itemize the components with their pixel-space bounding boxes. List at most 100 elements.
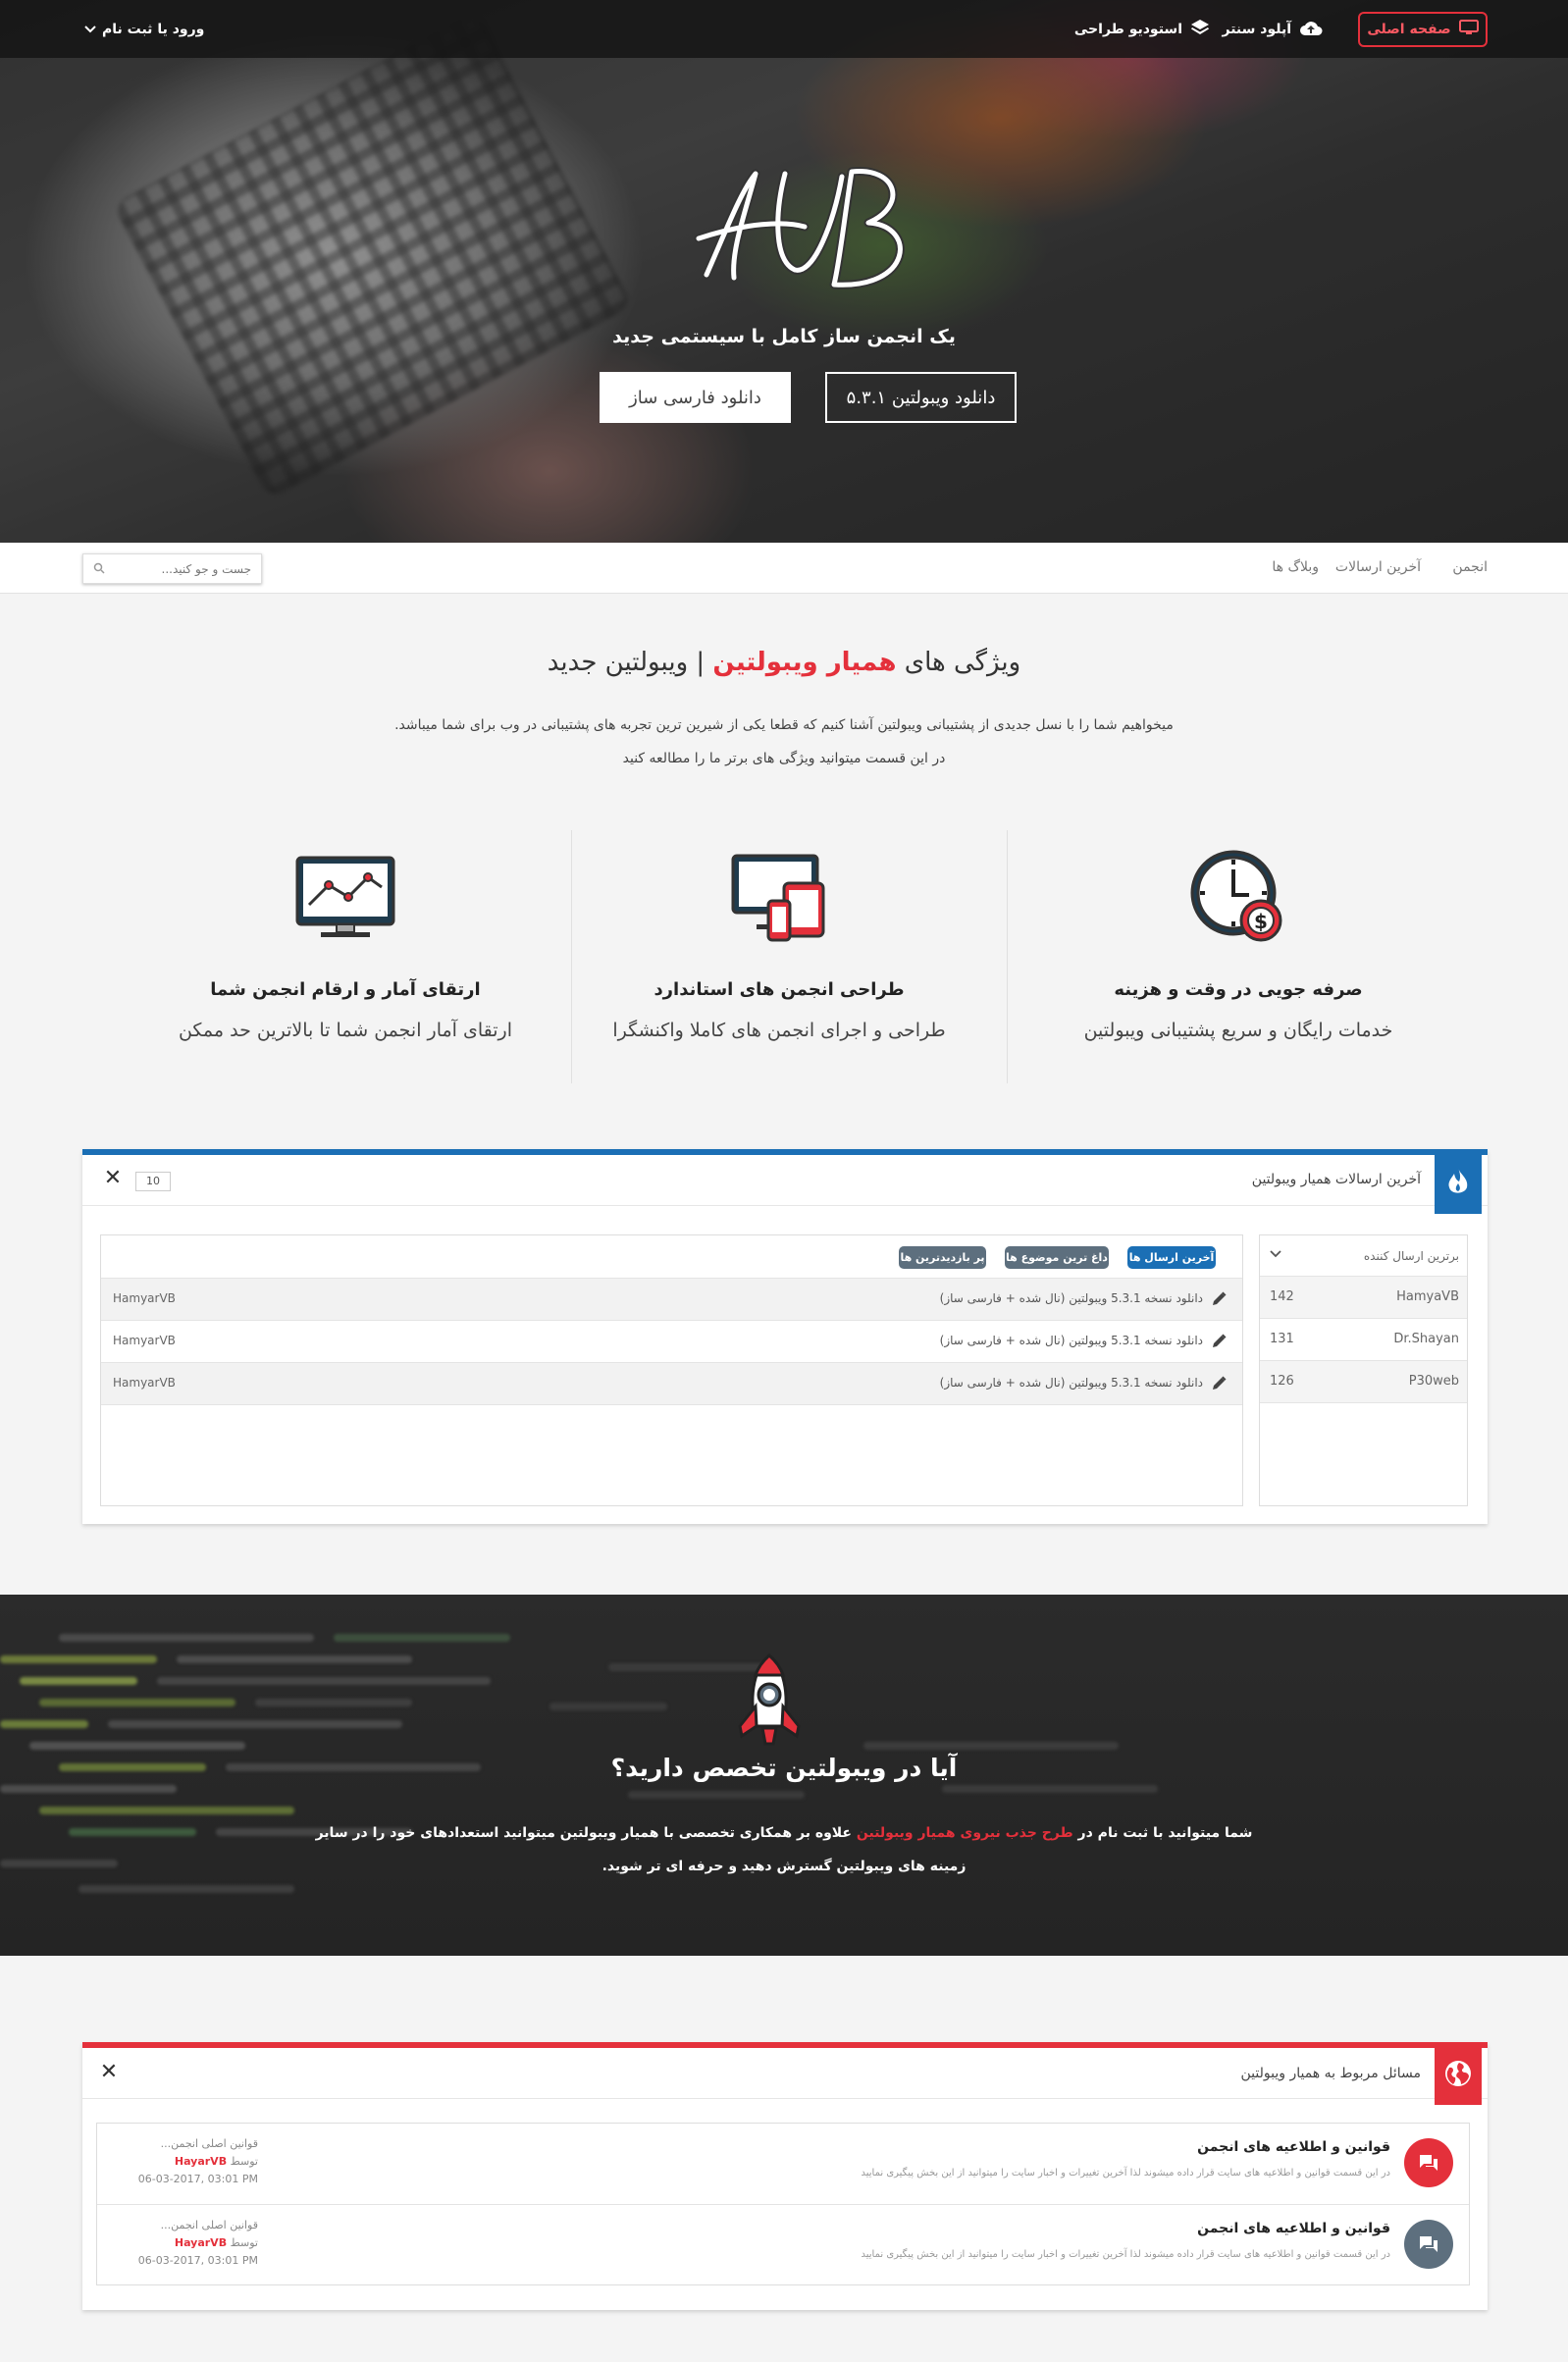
list-item[interactable]: HamyaVB 142	[1260, 1277, 1467, 1319]
download-vbulletin-button[interactable]: دانلود ویبولتین ۵.۳.۱	[825, 372, 1017, 423]
login-register-label: ورود یا ثبت نام	[102, 21, 205, 37]
nav-forum[interactable]: انجمن	[1452, 559, 1488, 575]
list-item[interactable]: Dr.Shayan 131	[1260, 1319, 1467, 1361]
upload-center-link[interactable]: آپلود سنتر	[1222, 0, 1323, 58]
chevron-down-icon	[84, 22, 96, 37]
post-title[interactable]: دانلود نسخه 5.3.1 ویبولتین (نال شده + فا…	[940, 1334, 1203, 1347]
list-item[interactable]: قوانین و اطلاعیه های انجمن در این قسمت ق…	[97, 2124, 1469, 2204]
forum-desc: در این قسمت قوانین و اطلاعیه های سایت قر…	[861, 2249, 1390, 2260]
code-decoration	[0, 1785, 177, 1793]
chevron-down-icon	[1270, 1246, 1281, 1262]
code-decoration	[0, 1655, 157, 1663]
feature-title: ارتقای آمار و ارقام انجمن شما	[210, 979, 481, 1000]
table-row[interactable]: دانلود نسخه 5.3.1 ویبولتین (نال شده + فا…	[101, 1321, 1242, 1363]
code-decoration	[255, 1699, 412, 1706]
download-persian-button[interactable]: دانلود فارسی ساز	[600, 372, 791, 423]
expert-text-post: علاوه بر همکاری تخصصی با همیار ویبولتین …	[315, 1825, 857, 1841]
feature-card: ارتقای آمار و ارقام انجمن شما ارتقای آما…	[130, 844, 561, 1079]
table-row[interactable]: دانلود نسخه 5.3.1 ویبولتین (نال شده + فا…	[101, 1279, 1242, 1321]
last-post-date: 06-03-2017, 03:01 PM	[137, 2254, 258, 2267]
secondary-nav: انجمن آخرین ارسالات وبلاگ ها	[0, 543, 1568, 594]
last-post-date: 06-03-2017, 03:01 PM	[137, 2173, 258, 2185]
post-title[interactable]: دانلود نسخه 5.3.1 ویبولتین (نال شده + فا…	[940, 1376, 1203, 1390]
top-posters-dropdown[interactable]: برترین ارسال کننده	[1260, 1235, 1467, 1277]
code-decoration	[942, 1785, 1158, 1793]
code-decoration	[59, 1634, 314, 1642]
code-decoration	[39, 1699, 235, 1706]
table-row[interactable]: دانلود نسخه 5.3.1 ویبولتین (نال شده + فا…	[101, 1363, 1242, 1405]
feature-title: صرفه جویی در وقت و هزینه	[1114, 979, 1363, 1000]
expert-text-line1: شما میتوانید با ثبت نام در طرح جذب نیروی…	[0, 1825, 1568, 1841]
post-user[interactable]: HamyarVB	[113, 1291, 176, 1305]
code-decoration	[157, 1677, 491, 1685]
login-register-menu[interactable]: ورود یا ثبت نام	[84, 0, 204, 58]
posts-panel: آخرین ارسال ها داغ ترین موضوع ها پر بازد…	[100, 1234, 1243, 1506]
nav-blogs[interactable]: وبلاگ ها	[1272, 559, 1319, 575]
list-item[interactable]: P30web 126	[1260, 1361, 1467, 1403]
tab-latest-posts[interactable]: آخرین ارسال ها	[1127, 1246, 1216, 1269]
code-decoration	[108, 1720, 402, 1728]
top-posters-label: برترین ارسال کننده	[1363, 1249, 1459, 1263]
feature-desc: طراحی و اجرای انجمن های کاملا واکنشگرا	[612, 1020, 946, 1041]
close-icon[interactable]: ✕	[102, 1168, 124, 1189]
monitor-icon	[1458, 20, 1479, 39]
pencil-icon	[1213, 1291, 1227, 1305]
home-button-label: صفحه اصلی	[1367, 22, 1451, 37]
last-post-user[interactable]: HayarVB	[175, 2236, 227, 2249]
tab-most-viewed[interactable]: پر بازدیدترین ها	[899, 1246, 986, 1269]
post-user[interactable]: HamyarVB	[113, 1334, 176, 1347]
design-studio-label: استودیو طراحی	[1073, 21, 1182, 37]
code-decoration	[549, 1703, 667, 1710]
search-input[interactable]	[114, 561, 251, 576]
features-title-brand: همیار ویبولتین	[712, 648, 897, 677]
fire-icon	[1435, 1149, 1482, 1214]
feature-card: طراحی انجمن های استاندارد طراحی و اجرای …	[563, 844, 995, 1079]
last-post-title[interactable]: قوانین اصلی انجمن...	[111, 2217, 258, 2234]
posts-tabs: آخرین ارسال ها داغ ترین موضوع ها پر بازد…	[101, 1235, 1242, 1279]
tab-hottest-topics[interactable]: داغ ترین موضوع ها	[1005, 1246, 1109, 1269]
expert-recruit-banner: آیا در ویبولتین تخصص دارید؟ شما میتوانید…	[0, 1595, 1568, 1956]
widget-title: مسائل مربوط به همیار ویبولتین	[1240, 2066, 1421, 2081]
forum-desc: در این قسمت قوانین و اطلاعیه های سایت قر…	[861, 2168, 1390, 2178]
close-icon[interactable]: ✕	[98, 2062, 120, 2083]
search-icon[interactable]	[93, 559, 105, 578]
forum-widget: مسائل مربوط به همیار ویبولتین ✕ قوانین و…	[82, 2042, 1488, 2310]
widget-title: آخرین ارسالات همیار ویبولتین	[1251, 1172, 1421, 1187]
posts-count-input[interactable]: 10	[135, 1172, 171, 1191]
top-bar: صفحه اصلی آپلود سنتر استودیو طراحی ورود …	[0, 0, 1568, 58]
poster-name: P30web	[1408, 1374, 1459, 1389]
features-title-pre: ویژگی های	[896, 648, 1021, 677]
hamyar-vb-logo	[694, 167, 905, 289]
search-box	[82, 553, 262, 584]
poster-count: 126	[1270, 1374, 1294, 1389]
svg-text:$: $	[1254, 910, 1268, 933]
post-user[interactable]: HamyarVB	[113, 1376, 176, 1390]
feature-card: $ صرفه جویی در وقت و هزینه خدمات رایگان …	[1022, 844, 1454, 1079]
post-title[interactable]: دانلود نسخه 5.3.1 ویبولتین (نال شده + فا…	[940, 1291, 1203, 1305]
poster-count: 131	[1270, 1332, 1294, 1346]
widget-header: مسائل مربوط به همیار ویبولتین ✕	[82, 2042, 1488, 2105]
recruit-plan-link[interactable]: طرح جذب نیروی همیار ویبولتین	[857, 1825, 1073, 1841]
feature-desc: ارتقای آمار انجمن شما تا بالاترین حد ممک…	[178, 1020, 513, 1041]
last-post-title[interactable]: قوانین اصلی انجمن...	[111, 2135, 258, 2153]
forum-last-post: قوانین اصلی انجمن... توسط HayarVB 06-03-…	[111, 2135, 258, 2188]
forum-title[interactable]: قوانین و اطلاعیه های انجمن	[1197, 2221, 1390, 2236]
features-title-post: | ویبولتین جدید	[547, 648, 713, 677]
top-posters-panel: برترین ارسال کننده HamyaVB 142 Dr.Shayan 1…	[1259, 1234, 1468, 1506]
last-post-user[interactable]: HayarVB	[175, 2155, 227, 2168]
cloud-upload-icon	[1299, 19, 1323, 40]
forum-title[interactable]: قوانین و اطلاعیه های انجمن	[1197, 2139, 1390, 2155]
list-item[interactable]: قوانین و اطلاعیه های انجمن در این قسمت ق…	[97, 2204, 1469, 2284]
devices-icon	[731, 854, 825, 942]
poster-count: 142	[1270, 1289, 1294, 1304]
pencil-icon	[1213, 1376, 1227, 1390]
expert-text-pre: شما میتوانید با ثبت نام در	[1072, 1825, 1253, 1841]
feature-divider	[571, 830, 572, 1083]
feature-title: طراحی انجمن های استاندارد	[653, 979, 905, 1000]
nav-latest-posts[interactable]: آخرین ارسالات	[1335, 559, 1421, 575]
design-studio-link[interactable]: استودیو طراحی	[1074, 0, 1210, 58]
home-button[interactable]: صفحه اصلی	[1358, 12, 1488, 47]
code-decoration	[20, 1677, 137, 1685]
code-decoration	[863, 1742, 1119, 1750]
hero-tagline: یک انجمن ساز کامل با سیستمی جدید	[612, 326, 956, 347]
